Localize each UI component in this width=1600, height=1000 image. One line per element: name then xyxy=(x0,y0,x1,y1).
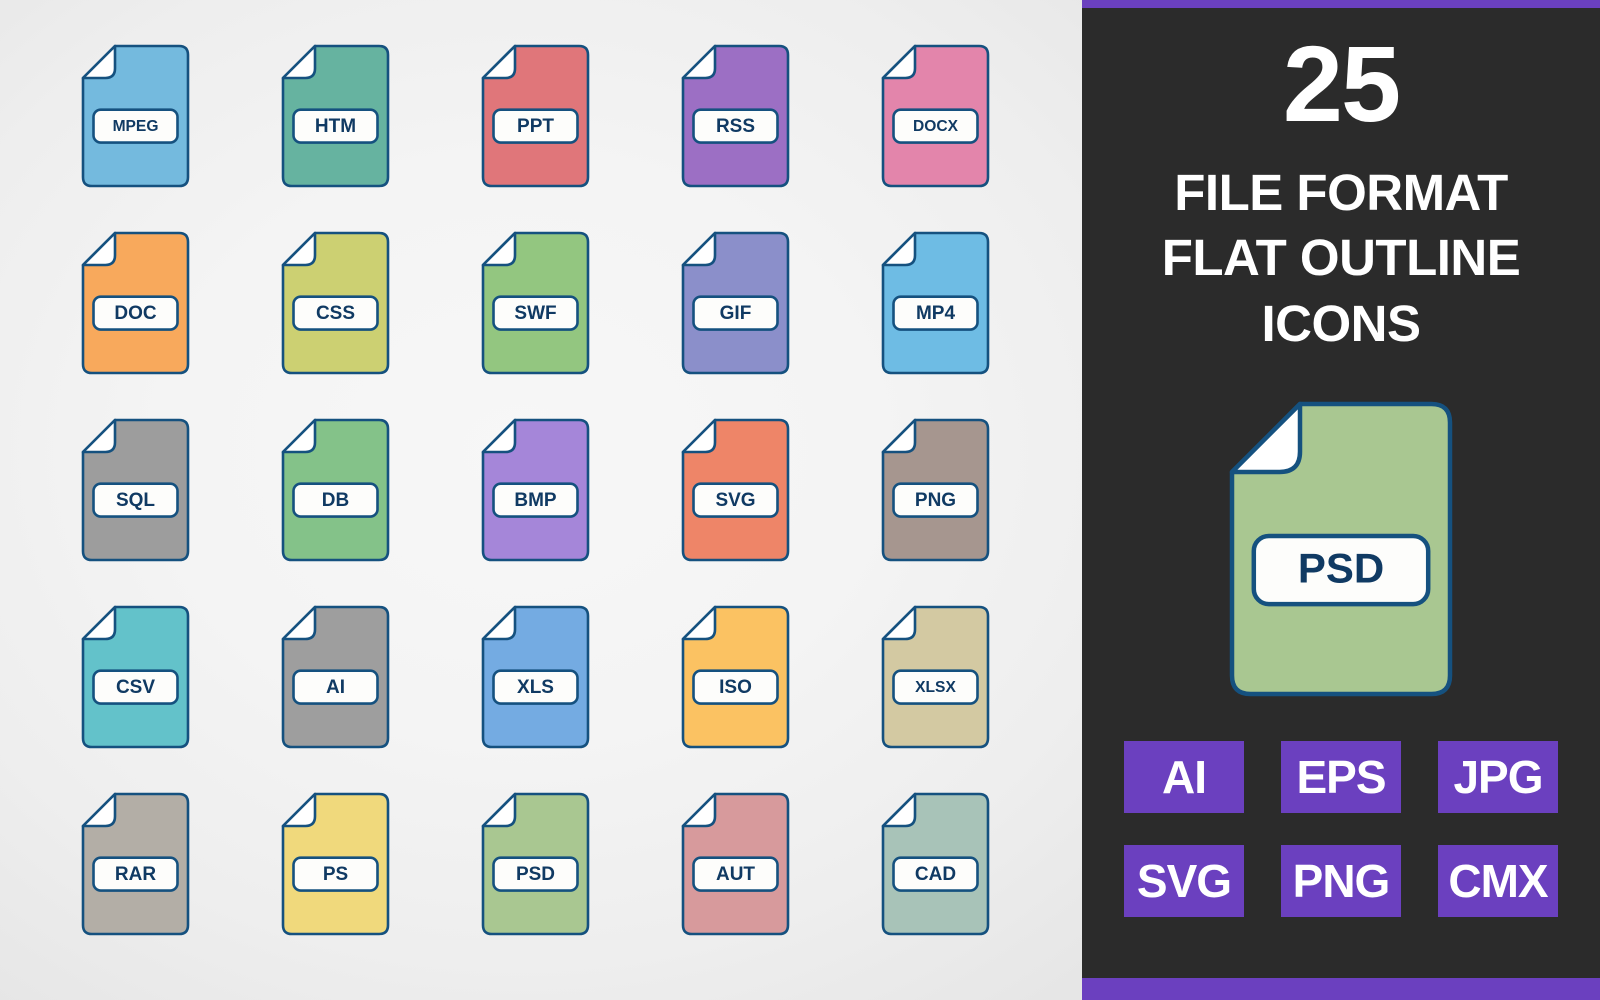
promo-title: FILE FORMAT FLAT OUTLINE ICONS xyxy=(1082,160,1600,356)
format-badge-list: AI EPS JPG SVG PNG CMX xyxy=(1096,741,1586,917)
file-icon-png[interactable]: PNGPNG xyxy=(881,418,990,562)
svg-text:MPEG: MPEG xyxy=(113,118,159,135)
file-icon-doc[interactable]: DOCDOC xyxy=(81,231,190,375)
file-icon-gif[interactable]: GIFGIF xyxy=(681,231,790,375)
featured-psd-file-icon: PSDPSD xyxy=(1229,401,1453,697)
file-icon-ps[interactable]: PSPS xyxy=(281,792,390,936)
svg-text:XLSX: XLSX xyxy=(915,679,956,696)
svg-text:AUT: AUT xyxy=(716,864,755,885)
file-icon-mpeg[interactable]: MPEGMPEG xyxy=(81,44,190,188)
file-icon-psd[interactable]: PSDPSD xyxy=(481,792,590,936)
svg-text:PPT: PPT xyxy=(517,116,554,137)
file-icon-ppt[interactable]: PPTPPT xyxy=(481,44,590,188)
promo-title-line-3: ICONS xyxy=(1261,294,1421,352)
svg-text:AI: AI xyxy=(326,677,345,698)
file-icon-aut[interactable]: AUTAUT xyxy=(681,792,790,936)
svg-text:CSS: CSS xyxy=(316,303,355,324)
svg-text:PSD: PSD xyxy=(1298,545,1384,592)
format-badge-eps[interactable]: EPS xyxy=(1281,741,1401,813)
file-icon-swf[interactable]: SWFSWF xyxy=(481,231,590,375)
poster-canvas: MPEGMPEGHTMHTMPPTPPTRSSRSSDOCXDOCXDOCDOC… xyxy=(0,0,1600,1000)
svg-text:DOC: DOC xyxy=(114,303,157,324)
format-badge-cmx[interactable]: CMX xyxy=(1438,845,1558,917)
svg-text:RAR: RAR xyxy=(115,864,156,885)
format-badge-svg[interactable]: SVG xyxy=(1124,845,1244,917)
svg-text:ISO: ISO xyxy=(719,677,752,698)
icon-count: 25 xyxy=(1282,23,1401,144)
svg-text:HTM: HTM xyxy=(315,116,356,137)
file-icon-xlsx[interactable]: XLSXXLSX xyxy=(881,605,990,749)
bottom-accent-bar xyxy=(1082,978,1600,1000)
svg-text:DB: DB xyxy=(322,490,349,511)
file-icon-csv[interactable]: CSVCSV xyxy=(81,605,190,749)
svg-text:SVG: SVG xyxy=(715,490,755,511)
file-icon-css[interactable]: CSSCSS xyxy=(281,231,390,375)
file-icon-cad[interactable]: CADCAD xyxy=(881,792,990,936)
file-icon-htm[interactable]: HTMHTM xyxy=(281,44,390,188)
svg-text:DOCX: DOCX xyxy=(913,118,959,135)
svg-text:XLS: XLS xyxy=(517,677,554,698)
svg-text:MP4: MP4 xyxy=(916,303,956,324)
file-icon-rar[interactable]: RARRAR xyxy=(81,792,190,936)
promo-title-line-1: FILE FORMAT xyxy=(1174,164,1508,221)
file-icon-iso[interactable]: ISOISO xyxy=(681,605,790,749)
file-icon-rss[interactable]: RSSRSS xyxy=(681,44,790,188)
svg-text:CAD: CAD xyxy=(915,864,956,885)
svg-text:PSD: PSD xyxy=(516,864,555,885)
file-icon-docx[interactable]: DOCXDOCX xyxy=(881,44,990,188)
svg-text:SWF: SWF xyxy=(514,303,556,324)
icon-showcase-panel: MPEGMPEGHTMHTMPPTPPTRSSRSSDOCXDOCXDOCDOC… xyxy=(0,0,1082,1000)
file-icon-mp4[interactable]: MP4MP4 xyxy=(881,231,990,375)
file-icon-ai[interactable]: AIAI xyxy=(281,605,390,749)
file-icon-db[interactable]: DBDB xyxy=(281,418,390,562)
promo-title-line-2: FLAT OUTLINE xyxy=(1161,229,1521,287)
top-accent-bar xyxy=(1082,0,1600,8)
format-badge-png[interactable]: PNG xyxy=(1281,845,1401,917)
file-icon-sql[interactable]: SQLSQL xyxy=(81,418,190,562)
format-badge-jpg[interactable]: JPG xyxy=(1438,741,1558,813)
file-icon-grid: MPEGMPEGHTMHTMPPTPPTRSSRSSDOCXDOCXDOCDOC… xyxy=(81,44,990,936)
svg-text:PS: PS xyxy=(323,864,348,885)
file-icon-bmp[interactable]: BMPBMP xyxy=(481,418,590,562)
svg-text:SQL: SQL xyxy=(116,490,155,511)
file-icon-svg[interactable]: SVGSVG xyxy=(681,418,790,562)
svg-text:CSV: CSV xyxy=(116,677,155,698)
svg-text:RSS: RSS xyxy=(716,116,755,137)
format-badge-ai[interactable]: AI xyxy=(1124,741,1244,813)
svg-text:GIF: GIF xyxy=(720,303,752,324)
svg-text:BMP: BMP xyxy=(514,490,557,511)
promo-panel: 25 FILE FORMAT FLAT OUTLINE ICONS PSDPSD… xyxy=(1082,0,1600,1000)
svg-text:PNG: PNG xyxy=(915,490,956,511)
file-icon-xls[interactable]: XLSXLS xyxy=(481,605,590,749)
